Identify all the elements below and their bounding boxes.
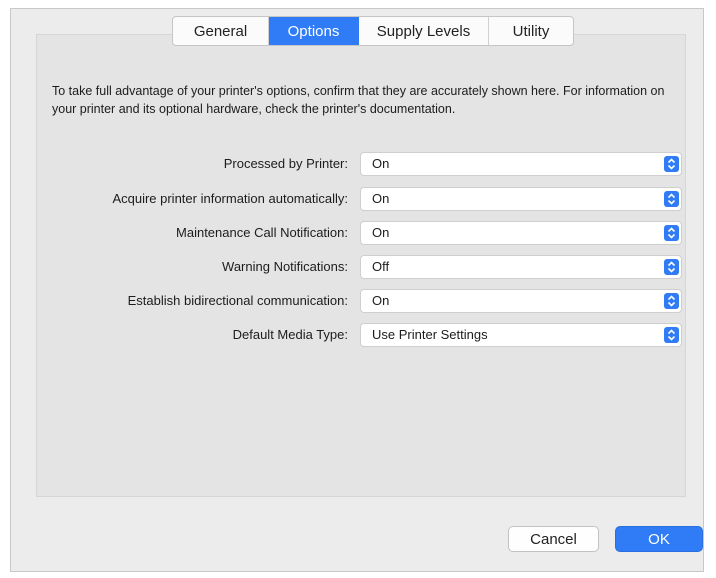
maintenance-call-select[interactable]: On <box>360 221 682 245</box>
tab-supply-levels[interactable]: Supply Levels <box>359 17 489 45</box>
acquire-printer-info-select[interactable]: On <box>360 187 682 211</box>
tab-general[interactable]: General <box>173 17 269 45</box>
setting-label: Default Media Type: <box>232 327 348 342</box>
select-value: On <box>372 191 390 206</box>
tab-bar: General Options Supply Levels Utility <box>172 16 574 46</box>
up-down-chevron-icon <box>664 156 679 172</box>
select-value: Use Printer Settings <box>372 327 488 342</box>
tab-utility[interactable]: Utility <box>489 17 573 45</box>
setting-label: Establish bidirectional communication: <box>127 293 348 308</box>
setting-row-maintenance-call: Maintenance Call Notification: On <box>0 221 716 245</box>
select-value: On <box>372 293 390 308</box>
up-down-chevron-icon <box>664 191 679 207</box>
setting-label: Acquire printer information automaticall… <box>112 191 348 206</box>
up-down-chevron-icon <box>664 225 679 241</box>
setting-label: Maintenance Call Notification: <box>176 225 348 240</box>
up-down-chevron-icon <box>664 259 679 275</box>
processed-by-printer-select[interactable]: On <box>360 152 682 176</box>
setting-row-bidirectional-communication: Establish bidirectional communication: O… <box>0 289 716 313</box>
intro-description: To take full advantage of your printer's… <box>52 84 665 116</box>
up-down-chevron-icon <box>664 293 679 309</box>
select-value: On <box>372 156 390 171</box>
bidirectional-communication-select[interactable]: On <box>360 289 682 313</box>
default-media-type-select[interactable]: Use Printer Settings <box>360 323 682 347</box>
select-value: Off <box>372 259 390 274</box>
setting-row-default-media-type: Default Media Type: Use Printer Settings <box>0 323 716 347</box>
ok-button[interactable]: OK <box>615 526 703 552</box>
setting-row-warning-notifications: Warning Notifications: Off <box>0 255 716 279</box>
setting-label: Processed by Printer: <box>223 156 348 171</box>
select-value: On <box>372 225 390 240</box>
setting-row-acquire-printer-info: Acquire printer information automaticall… <box>0 187 716 211</box>
cancel-button[interactable]: Cancel <box>508 526 599 552</box>
setting-label: Warning Notifications: <box>222 259 348 274</box>
tab-options[interactable]: Options <box>269 17 359 45</box>
up-down-chevron-icon <box>664 327 679 343</box>
setting-row-processed-by-printer: Processed by Printer: On <box>0 152 716 176</box>
warning-notifications-select[interactable]: Off <box>360 255 682 279</box>
